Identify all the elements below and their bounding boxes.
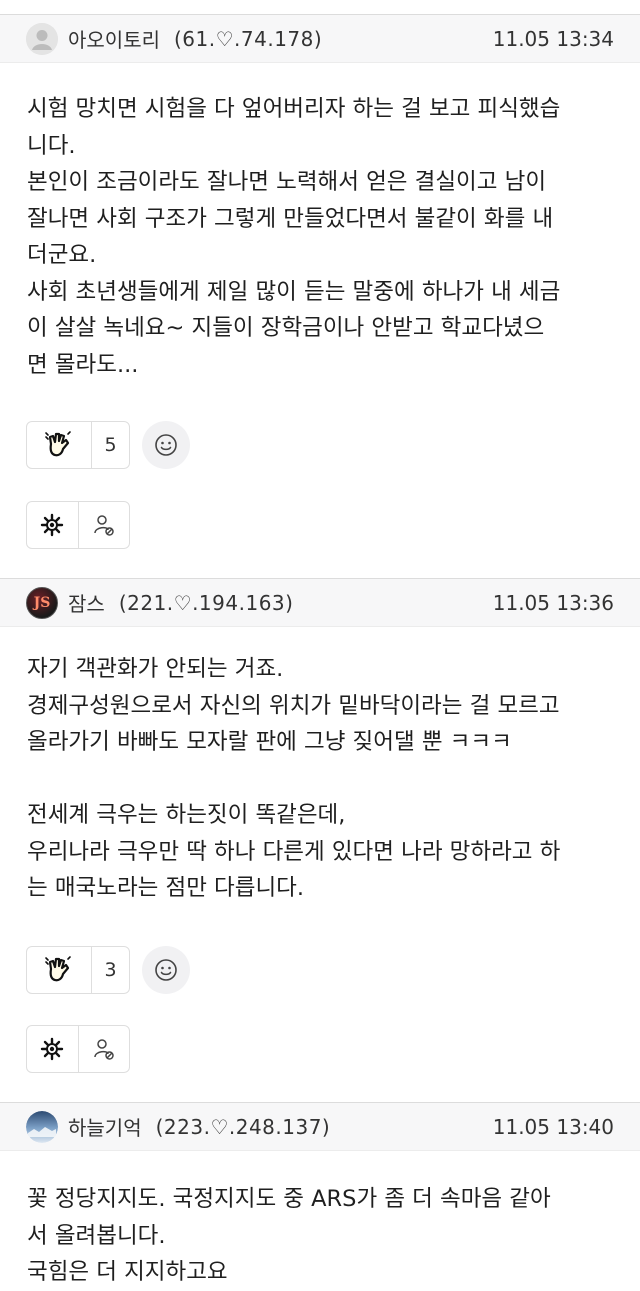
smiley-icon (155, 959, 177, 981)
comment-line: 시험 망치면 시험을 다 엎어버리자 하는 걸 보고 피식했습 (27, 96, 561, 122)
user-block-icon (94, 515, 114, 536)
avatar[interactable] (26, 1110, 58, 1143)
author-ip: (221.♡.194.163) (118, 590, 294, 615)
comment-line: 자기 객관화가 안되는 거죠. (27, 656, 284, 682)
gear-burst-icon (41, 513, 64, 537)
comment-line: 꽃 정당지지도. 국정지지도 중 ARS가 좀 더 속마음 같아 (27, 1186, 551, 1212)
reaction-bar: 3 (0, 946, 216, 994)
comment-line: 서 올려봅니다. (27, 1222, 166, 1249)
emoji-reaction-button[interactable] (142, 421, 190, 469)
block-user-button[interactable] (79, 502, 130, 548)
comment-header: JS 잠스 (221.♡.194.163) 11.05 13:36 (0, 579, 640, 627)
user-block-icon (94, 1039, 114, 1060)
comment-line: 는 매국노라는 점만 다릅니다. (27, 875, 305, 901)
like-count: 5 (104, 434, 117, 456)
comment-line: 잘나면 사회 구조가 그렇게 만들었다면서 불같이 화를 내 (27, 205, 554, 232)
smiley-icon (155, 434, 177, 456)
comment-line: 국힘은 더 지지하고요 (27, 1259, 228, 1285)
comment-body: 자기 객관화가 안되는 거죠. 경제구성원으로서 자신의 위치가 밑바닥이라는 … (0, 627, 640, 907)
comment-line: 올라가기 바빠도 모자랄 판에 그냥 짖어댈 뿐 ㅋㅋㅋ (27, 729, 512, 755)
comment: 아오이토리 (61.♡.74.178) 11.05 13:34 시험 망치면 시… (0, 15, 640, 383)
emoji-reaction-button[interactable] (142, 946, 190, 994)
like-button[interactable]: 5 (26, 421, 130, 469)
avatar[interactable]: JS (26, 586, 58, 619)
comment: 하늘기억 (223.♡.248.137) 11.05 13:40 꽃 정당지지도… (0, 1103, 640, 1291)
block-user-button[interactable] (79, 1026, 130, 1072)
avatar[interactable] (26, 22, 58, 55)
reaction-bar: 5 (0, 421, 216, 469)
comment-time: 11.05 13:34 (492, 26, 614, 51)
comment-body: 꽃 정당지지도. 국정지지도 중 ARS가 좀 더 속마음 같아 서 올려봅니다… (0, 1151, 640, 1291)
comment-line: 본인이 조금이라도 잘나면 노력해서 얻은 결실이고 남이 (27, 169, 547, 195)
report-button[interactable] (27, 502, 79, 548)
comment-line: 더군요. (27, 242, 97, 268)
comment-line: 사회 초년생들에게 제일 많이 듣는 말중에 하나가 내 세금 (27, 278, 561, 305)
author-ip: (61.♡.74.178) (174, 26, 323, 51)
report-button[interactable] (27, 1026, 79, 1072)
author-name[interactable]: 하늘기억 (68, 1112, 142, 1141)
comment-header: 하늘기억 (223.♡.248.137) 11.05 13:40 (0, 1103, 640, 1151)
comment-line: 우리나라 극우만 딱 하나 다른게 있다면 나라 망하라고 하 (27, 838, 561, 865)
comment-header: 아오이토리 (61.♡.74.178) 11.05 13:34 (0, 15, 640, 63)
gear-burst-icon (41, 1037, 64, 1061)
comment-tools (26, 1025, 130, 1073)
author-name[interactable]: 아오이토리 (68, 24, 160, 53)
comment-time: 11.05 13:36 (492, 590, 614, 615)
like-button[interactable]: 3 (26, 946, 130, 994)
comment-line: 면 몰라도... (27, 351, 139, 378)
comment: JS 잠스 (221.♡.194.163) 11.05 13:36 자기 객관화… (0, 579, 640, 907)
comment-line: 이 살살 녹네요~ 지들이 장학금이나 안받고 학교다녔으 (27, 315, 545, 341)
comment-line: 니다. (27, 132, 76, 159)
author-name[interactable]: 잠스 (68, 588, 105, 617)
author-ip: (223.♡.248.137) (155, 1114, 331, 1139)
clapping-hand-icon (27, 422, 92, 468)
comment-line: 경제구성원으로서 자신의 위치가 밑바닥이라는 걸 모르고 (27, 692, 560, 719)
comment-line: 전세계 극우는 하는짓이 똑같은데, (27, 802, 346, 828)
js-logo-avatar-text: JS (33, 594, 51, 611)
clapping-hand-icon (27, 947, 92, 993)
like-count: 3 (104, 959, 117, 981)
comment-time: 11.05 13:40 (492, 1114, 614, 1139)
comment-tools (26, 501, 130, 549)
comment-body: 시험 망치면 시험을 다 엎어버리자 하는 걸 보고 피식했습 니다. 본인이 … (0, 63, 640, 383)
default-user-avatar-icon (26, 22, 58, 55)
sky-photo-avatar-icon (26, 1110, 58, 1143)
